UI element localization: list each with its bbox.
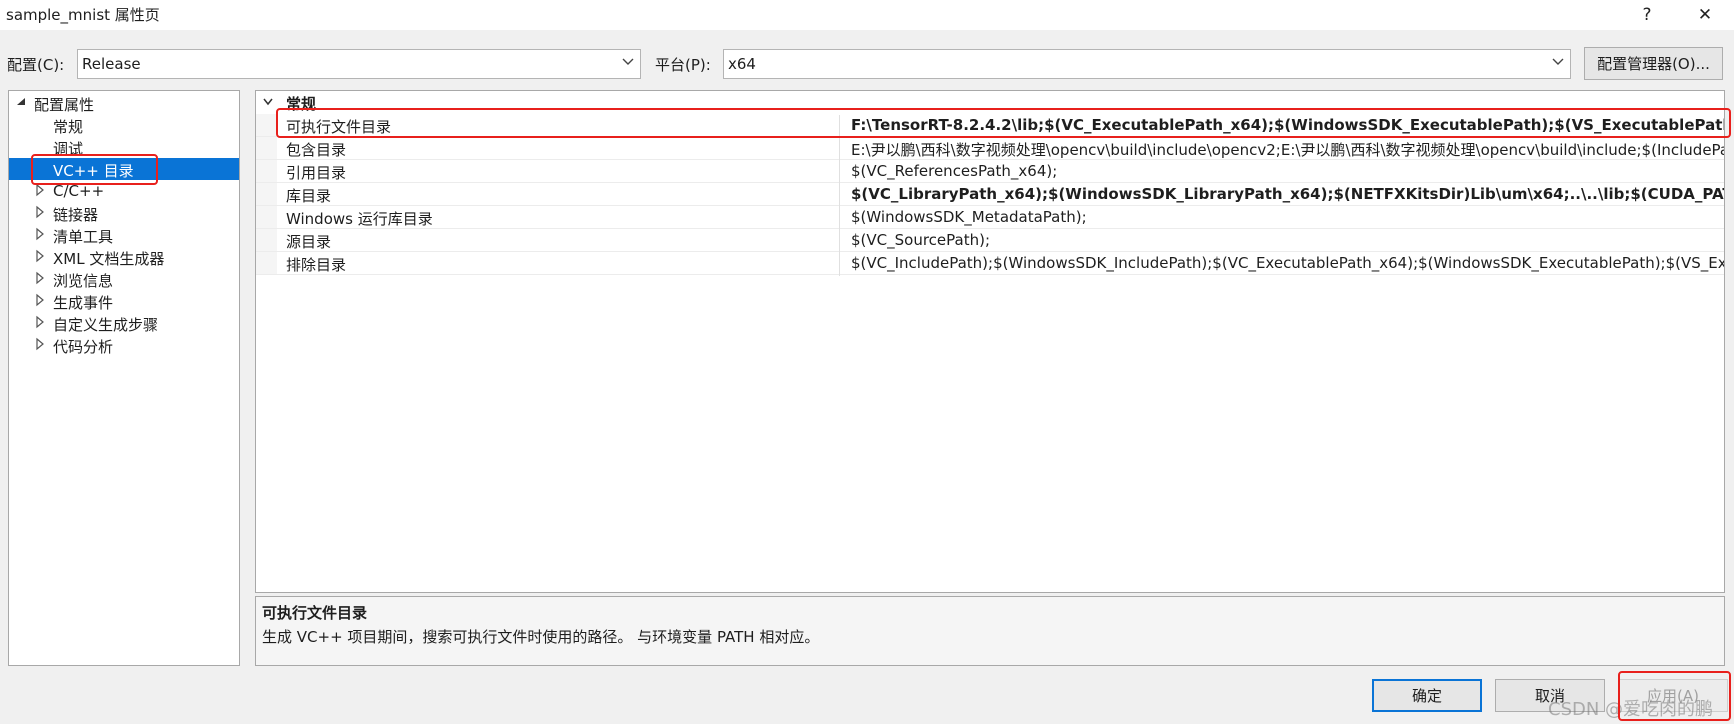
property-value[interactable]: E:\尹以鹏\西科\数字视频处理\opencv\build\include\op… [851, 139, 1724, 160]
chevron-down-icon [263, 98, 273, 106]
configuration-manager-button[interactable]: 配置管理器(O)... [1584, 47, 1723, 80]
row-gutter [256, 114, 277, 136]
tree-item[interactable]: 清单工具 [9, 224, 239, 246]
tree-item-label: 常规 [53, 118, 84, 136]
row-gutter [256, 206, 277, 228]
highlight-box-tree [31, 154, 158, 185]
chevron-down-icon [1552, 58, 1564, 65]
property-row[interactable]: 源目录 $(VC_SourcePath); [256, 229, 1724, 252]
expanded-triangle-icon [17, 98, 25, 105]
collapsed-triangle-icon[interactable] [34, 227, 46, 241]
ok-button-label: 确定 [1411, 687, 1442, 705]
property-row[interactable]: 排除目录 $(VC_IncludePath);$(WindowsSDK_Inclu… [256, 252, 1724, 275]
tree-item[interactable]: 生成事件 [9, 290, 239, 312]
row-gutter [256, 252, 277, 274]
tree-item-label: 浏览信息 [53, 272, 114, 290]
property-name: 排除目录 [286, 256, 347, 274]
config-select-value: Release [82, 55, 141, 73]
description-title: 可执行文件目录 [262, 604, 368, 622]
property-grid: 常规 可执行文件目录 F:\TensorRT-8.2.4.2\lib;$(VC_E… [255, 90, 1725, 593]
tree-root-label: 配置属性 [34, 96, 95, 114]
platform-select[interactable]: x64 [723, 49, 1571, 79]
configuration-manager-label: 配置管理器(O)... [1597, 55, 1710, 73]
platform-select-value: x64 [728, 55, 756, 73]
description-panel: 可执行文件目录 生成 VC++ 项目期间，搜索可执行文件时使用的路径。 与环境变… [255, 596, 1725, 666]
collapsed-triangle-icon[interactable] [34, 271, 46, 285]
tree-item[interactable]: XML 文档生成器 [9, 246, 239, 268]
column-divider[interactable] [839, 115, 840, 276]
collapsed-triangle-icon[interactable] [34, 293, 46, 307]
chevron-down-icon [622, 58, 634, 65]
tree-item[interactable]: 常规 [9, 114, 239, 136]
tree-item[interactable]: 自定义生成步骤 [9, 312, 239, 334]
title-bar: sample_mnist 属性页 ? ✕ [0, 0, 1734, 30]
platform-label: 平台(P): [655, 56, 711, 74]
property-row[interactable]: 包含目录 E:\尹以鹏\西科\数字视频处理\opencv\build\includ… [256, 137, 1724, 160]
tree-item-label: 生成事件 [53, 294, 114, 312]
collapsed-triangle-icon[interactable] [34, 337, 46, 351]
tree-item[interactable]: 链接器 [9, 202, 239, 224]
tree-root-config-properties[interactable]: 配置属性 [9, 92, 239, 114]
tree-item[interactable]: 浏览信息 [9, 268, 239, 290]
description-text: 生成 VC++ 项目期间，搜索可执行文件时使用的路径。 与环境变量 PATH 相… [262, 628, 820, 646]
collapsed-triangle-icon[interactable] [34, 205, 46, 219]
tree-item-label: 清单工具 [53, 228, 114, 246]
property-name: Windows 运行库目录 [286, 210, 433, 228]
close-icon: ✕ [1697, 5, 1713, 25]
help-button[interactable]: ? [1625, 0, 1669, 30]
collapsed-triangle-icon[interactable] [34, 315, 46, 329]
property-row[interactable]: 引用目录 $(VC_ReferencesPath_x64); [256, 160, 1724, 183]
ok-button[interactable]: 确定 [1372, 679, 1482, 712]
highlight-box-apply [1618, 671, 1731, 721]
property-name: 库目录 [286, 187, 332, 205]
tree-item[interactable]: 代码分析 [9, 334, 239, 356]
config-select[interactable]: Release [77, 49, 641, 79]
property-name: 包含目录 [286, 141, 347, 159]
property-row[interactable]: 库目录 $(VC_LibraryPath_x64);$(WindowsSDK_Li… [256, 183, 1724, 206]
window-title: sample_mnist 属性页 [6, 6, 160, 24]
property-value[interactable]: $(WindowsSDK_MetadataPath); [851, 208, 1087, 226]
property-value[interactable]: $(VC_IncludePath);$(WindowsSDK_IncludePa… [851, 254, 1724, 272]
highlight-box-executable-row [276, 108, 1731, 138]
tree-item-label: XML 文档生成器 [53, 250, 165, 268]
row-gutter [256, 183, 277, 205]
close-button[interactable]: ✕ [1683, 0, 1727, 30]
collapsed-triangle-icon[interactable] [34, 249, 46, 263]
property-name: 引用目录 [286, 164, 347, 182]
tree-item-label: 代码分析 [53, 338, 114, 356]
tree-item-label: 链接器 [53, 206, 99, 224]
property-row[interactable]: Windows 运行库目录 $(WindowsSDK_MetadataPath); [256, 206, 1724, 229]
property-value[interactable]: $(VC_ReferencesPath_x64); [851, 162, 1057, 180]
tree-item-label: 自定义生成步骤 [53, 316, 159, 334]
collapsed-triangle-icon[interactable] [34, 183, 46, 197]
row-gutter [256, 137, 277, 159]
config-label: 配置(C): [7, 56, 65, 74]
property-name: 源目录 [286, 233, 332, 251]
row-gutter [256, 229, 277, 251]
help-icon: ? [1642, 5, 1652, 25]
property-value[interactable]: $(VC_SourcePath); [851, 231, 990, 249]
row-gutter [256, 160, 277, 182]
property-value[interactable]: $(VC_LibraryPath_x64);$(WindowsSDK_Libra… [851, 185, 1724, 203]
